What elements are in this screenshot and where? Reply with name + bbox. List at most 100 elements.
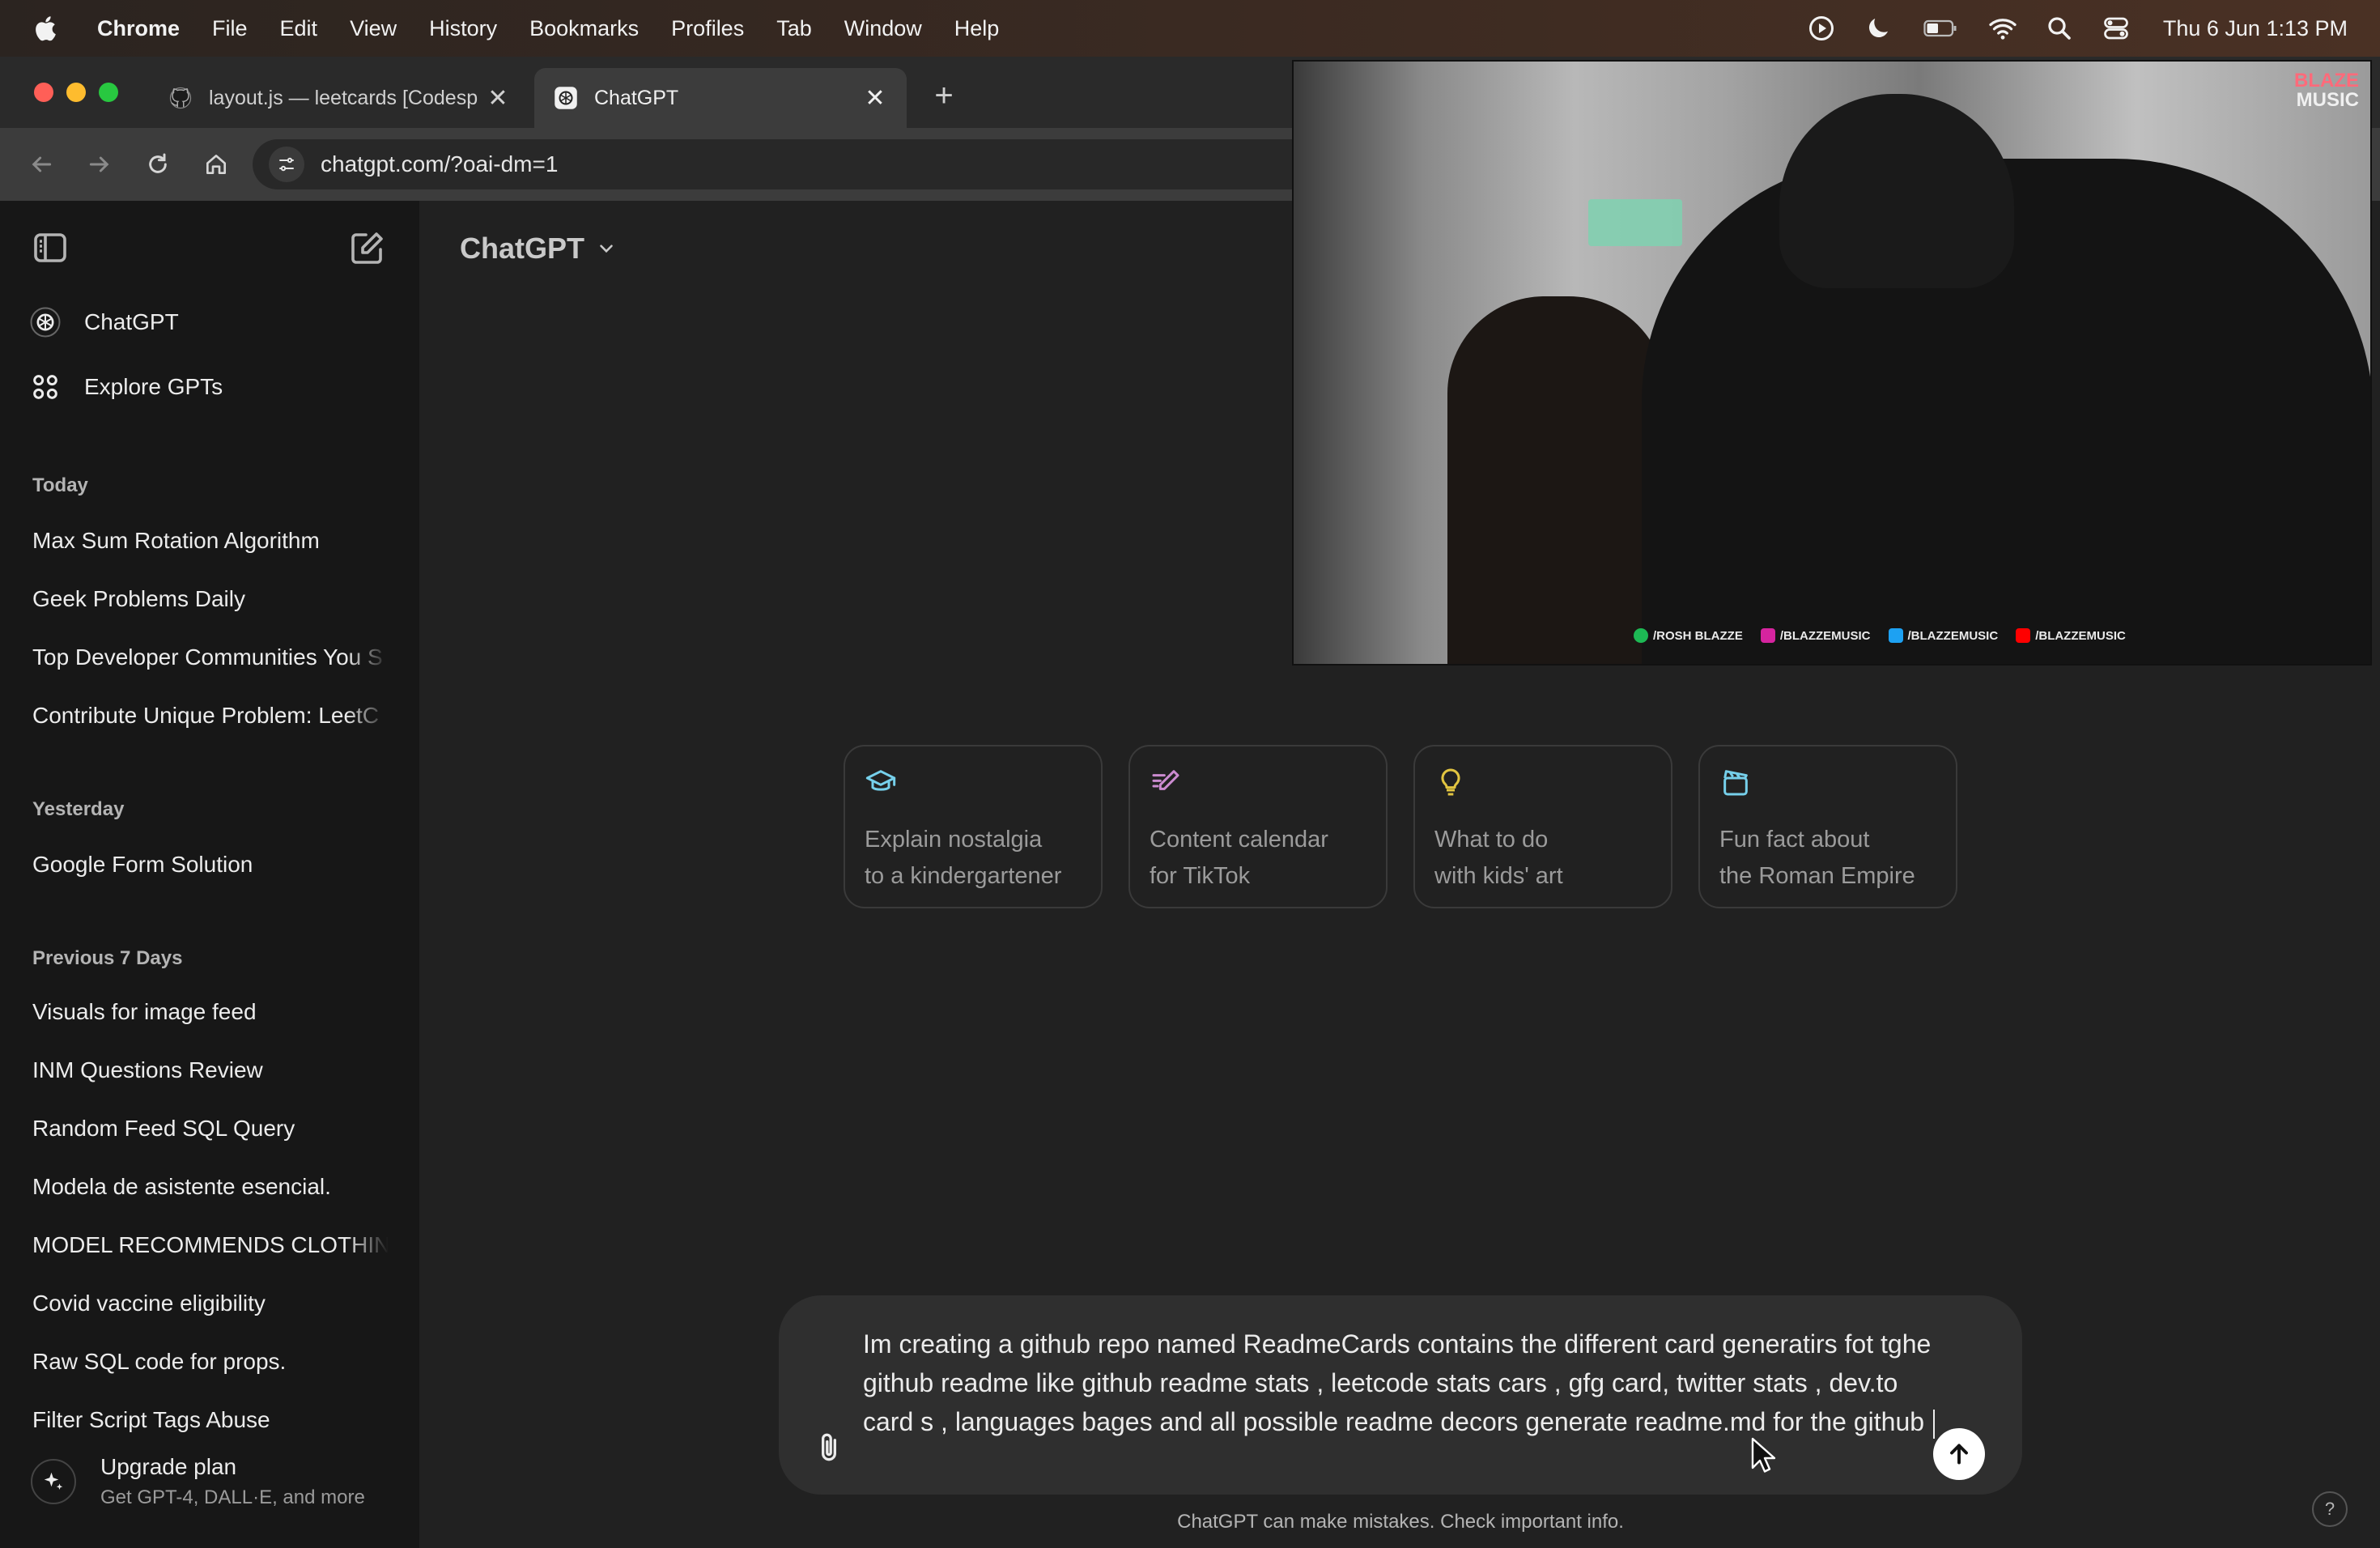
sidebar-item-explore-gpts[interactable]: Explore GPTs (29, 371, 223, 403)
forward-button[interactable] (79, 144, 120, 185)
history-item[interactable]: Contribute Unique Problem: LeetC (32, 703, 389, 729)
message-input[interactable]: Im creating a github repo named ReadmeCa… (863, 1325, 1940, 1441)
history-item[interactable]: Filter Script Tags Abuse (32, 1407, 389, 1436)
logo-line: BLAZE (2294, 70, 2359, 91)
history-item[interactable]: Visuals for image feed (32, 999, 389, 1025)
suggestion-line: Content calendar (1150, 827, 1328, 853)
menu-help[interactable]: Help (954, 16, 1000, 41)
menu-tab[interactable]: Tab (776, 16, 812, 41)
history-item[interactable]: Covid vaccine eligibility (32, 1291, 389, 1316)
moon-icon[interactable] (1864, 14, 1893, 43)
model-selector[interactable]: ChatGPT (460, 232, 617, 266)
model-label: ChatGPT (460, 232, 585, 265)
history-item[interactable]: MODEL RECOMMENDS CLOTHIN (32, 1232, 389, 1258)
window-zoom-button[interactable] (99, 83, 118, 102)
history-item[interactable]: Modela de asistente esencial. (32, 1174, 389, 1200)
social-twitter: /BLAZZEMUSIC (1888, 628, 1999, 643)
apple-logo-icon[interactable] (32, 14, 62, 43)
suggestion-line: to a kindergartener (865, 863, 1062, 889)
message-composer[interactable]: Im creating a github repo named ReadmeCa… (779, 1295, 2022, 1495)
wifi-icon[interactable] (1988, 14, 2017, 43)
grid-icon (33, 375, 57, 399)
suggestion-line: Fun fact about (1719, 827, 1870, 853)
arrow-right-icon (89, 156, 109, 172)
play-circle-icon[interactable] (1807, 14, 1836, 43)
new-chat-icon[interactable] (348, 228, 387, 267)
menu-profiles[interactable]: Profiles (671, 16, 744, 41)
history-item[interactable]: Random Feed SQL Query (32, 1116, 389, 1142)
tab-title: ChatGPT (594, 86, 679, 109)
new-tab-button[interactable]: + (928, 79, 960, 112)
social-youtube: /BLAZZEMUSIC (2016, 628, 2126, 643)
upgrade-title: Upgrade plan (100, 1454, 237, 1479)
battery-icon[interactable] (1920, 14, 1961, 43)
window-minimize-button[interactable] (66, 83, 86, 102)
clapperboard-icon (1723, 770, 1748, 796)
control-center-icon[interactable] (2102, 14, 2131, 43)
close-tab-icon[interactable]: ✕ (486, 84, 510, 113)
chevron-down-icon (600, 245, 613, 253)
upgrade-subtitle: Get GPT-4, DALL·E, and more (100, 1486, 365, 1508)
menu-bookmarks[interactable]: Bookmarks (529, 16, 639, 41)
reload-icon (149, 153, 167, 173)
suggestion-card[interactable]: What to do with kids' art (1413, 745, 1672, 908)
home-icon (206, 155, 226, 174)
suggestion-card[interactable]: Content calendar for TikTok (1128, 745, 1388, 908)
menu-edit[interactable]: Edit (280, 16, 318, 41)
arrow-up-icon (1950, 1444, 1968, 1465)
suggestion-line: the Roman Empire (1719, 863, 1915, 889)
suggestion-line: Explain nostalgia (865, 827, 1043, 853)
macos-menubar: Chrome File Edit View History Bookmarks … (0, 0, 2380, 57)
close-tab-icon[interactable]: ✕ (863, 84, 887, 113)
menu-app-name[interactable]: Chrome (97, 16, 180, 41)
suggestion-line: with kids' art (1434, 863, 1563, 889)
spotify-icon (1634, 628, 1648, 643)
history-item[interactable]: INM Questions Review (32, 1057, 389, 1083)
home-button[interactable] (196, 144, 236, 185)
pen-lines-icon (1152, 770, 1179, 790)
menubar-status-area: Thu 6 Jun 1:13 PM (1807, 0, 2348, 57)
history-item[interactable]: Top Developer Communities You S (32, 644, 389, 670)
search-icon[interactable] (2045, 14, 2074, 43)
suggestion-card[interactable]: Fun fact about the Roman Empire (1698, 745, 1957, 908)
history-item[interactable]: Max Sum Rotation Algorithm (32, 528, 389, 554)
send-button[interactable] (1933, 1428, 1985, 1480)
reload-button[interactable] (138, 144, 178, 185)
site-info-button[interactable] (269, 147, 304, 182)
menu-file[interactable]: File (212, 16, 248, 41)
social-handle: /BLAZZEMUSIC (1779, 628, 1871, 643)
sidebar-toggle-icon[interactable] (31, 228, 70, 267)
social-handle: /BLAZZEMUSIC (1907, 628, 1999, 643)
youtube-icon (2016, 628, 2031, 643)
history-item[interactable]: Google Form Solution (32, 852, 389, 878)
section-yesterday: Yesterday (32, 798, 125, 820)
blaze-music-logo: BLAZE MUSIC (2278, 71, 2359, 110)
menubar-clock[interactable]: Thu 6 Jun 1:13 PM (2163, 16, 2348, 41)
menu-window[interactable]: Window (844, 16, 922, 41)
paperclip-icon[interactable] (811, 1430, 847, 1465)
disclaimer-text: ChatGPT can make mistakes. Check importa… (1177, 1511, 1624, 1533)
menu-history[interactable]: History (429, 16, 497, 41)
tune-icon (279, 157, 294, 172)
tab-codespaces[interactable]: layout.js — leetcards [Codesp ✕ (149, 68, 529, 128)
help-button[interactable]: ? (2312, 1491, 2348, 1527)
picture-in-picture-video[interactable]: BLAZE MUSIC /ROSH BLAZZE /BLAZZEMUSIC /BL… (1292, 60, 2372, 666)
upgrade-plan-button[interactable]: Upgrade plan Get GPT-4, DALL·E, and more (31, 1454, 365, 1509)
menu-view[interactable]: View (350, 16, 397, 41)
sidebar-item-label: ChatGPT (84, 309, 179, 334)
tab-chatgpt[interactable]: ChatGPT ✕ (534, 68, 907, 128)
sidebar-item-chatgpt[interactable]: ChatGPT (29, 306, 179, 338)
suggestion-card[interactable]: Explain nostalgia to a kindergartener (844, 745, 1103, 908)
window-close-button[interactable] (34, 83, 53, 102)
github-icon (169, 87, 192, 109)
url-text[interactable]: chatgpt.com/?oai-dm=1 (321, 151, 558, 177)
video-figure-woman (1447, 296, 1666, 664)
section-previous-7-days: Previous 7 Days (32, 947, 183, 969)
history-item[interactable]: Geek Problems Daily (32, 586, 389, 612)
exit-sign (1588, 199, 1682, 246)
openai-logo-icon (555, 87, 577, 109)
social-handle: /BLAZZEMUSIC (2035, 628, 2126, 643)
history-item[interactable]: Raw SQL code for props. (32, 1349, 389, 1375)
section-today: Today (32, 474, 88, 496)
back-button[interactable] (21, 144, 62, 185)
